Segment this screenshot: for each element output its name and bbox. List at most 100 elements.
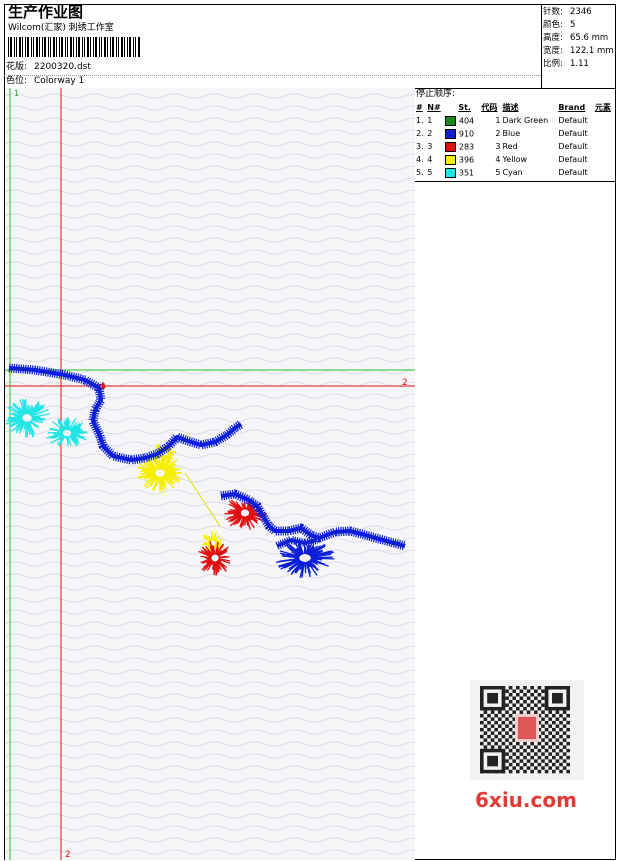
barcode-bar: [36, 37, 38, 57]
row-stitches: 910: [444, 127, 480, 140]
barcode-bar: [65, 37, 66, 57]
qr-module: [483, 731, 488, 735]
colors-value: 5: [570, 20, 576, 30]
qr-module: [505, 696, 509, 700]
row-description: Cyan: [502, 168, 523, 177]
qr-module: [544, 769, 549, 774]
qr-module: [534, 766, 538, 770]
color-swatch: [445, 154, 457, 165]
qr-module: [512, 703, 516, 707]
qr-module: [552, 748, 556, 753]
qr-module: [562, 724, 567, 728]
barcode-bar: [10, 37, 12, 57]
qr-module: [548, 759, 552, 763]
color-swatch: [445, 141, 457, 152]
qr-module: [555, 745, 560, 749]
qr-module: [530, 769, 534, 774]
qr-logo: [518, 717, 536, 739]
row-element: [594, 114, 615, 127]
qr-module: [530, 699, 534, 704]
barcode-bar: [135, 37, 136, 57]
qr-module: [490, 738, 495, 742]
qr-module: [530, 755, 534, 760]
barcode-bar: [133, 37, 134, 57]
qr-module: [490, 731, 495, 735]
row-num: 3.: [416, 142, 424, 151]
row-description: Blue: [502, 129, 521, 138]
qr-module: [530, 762, 534, 767]
qr-module: [534, 689, 538, 693]
qr-module: [519, 703, 524, 707]
stats-divider: [541, 4, 542, 88]
barcode-bar: [76, 37, 77, 57]
qr-module: [530, 686, 534, 690]
qr-module: [544, 713, 549, 718]
barcode: [8, 37, 140, 57]
qr-module: [512, 759, 516, 763]
qr-module: [519, 696, 524, 700]
barcode-bar: [112, 37, 114, 57]
row-element: [594, 153, 615, 166]
qr-module: [508, 769, 513, 774]
qr-module: [508, 713, 513, 718]
barcode-bar: [8, 37, 9, 57]
qr-module: [480, 727, 484, 732]
qr-module: [523, 699, 527, 704]
qr-module: [555, 724, 560, 728]
qr-module: [548, 745, 552, 749]
qr-module: [541, 766, 545, 770]
qr-module: [552, 762, 556, 767]
stitches-value: 2346: [570, 7, 592, 17]
qr-module: [505, 717, 509, 721]
qr-module: [498, 738, 502, 742]
colors-label: 颜色:: [543, 20, 563, 30]
qr-module: [534, 752, 538, 756]
row-code: 1: [495, 116, 501, 125]
qr-module: [548, 717, 552, 721]
qr-module: [501, 727, 506, 732]
row-description: Yellow: [502, 155, 528, 164]
qr-module: [555, 710, 560, 714]
qr-module: [541, 703, 545, 707]
barcode-bar: [110, 37, 111, 57]
green-guide-label: 1: [14, 89, 19, 98]
barcode-bar: [14, 37, 15, 57]
qr-finder: [552, 692, 563, 704]
qr-module: [487, 727, 491, 732]
qr-module: [566, 741, 570, 746]
qr-module: [516, 692, 520, 697]
qr-module: [552, 713, 556, 718]
qr-module: [508, 686, 513, 690]
qr-module: [498, 710, 502, 714]
row-stitch-count: 396: [458, 155, 475, 164]
qr-module: [494, 741, 498, 746]
col-header-n: N#: [427, 103, 441, 112]
qr-module: [541, 731, 545, 735]
qr-module: [555, 717, 560, 721]
qr-module: [516, 706, 520, 711]
qr-module: [508, 706, 513, 711]
color-swatch: [445, 167, 457, 178]
qr-module: [494, 727, 498, 732]
barcode-bar: [67, 37, 68, 57]
barcode-bar: [42, 37, 43, 57]
qr-module: [562, 738, 567, 742]
canvas-texture: [5, 88, 415, 860]
qr-module: [508, 699, 513, 704]
barcode-bar: [48, 37, 49, 57]
table-row: 2. 2 910 2 Blue Default: [415, 127, 615, 140]
row-stitch-count: 283: [458, 142, 475, 151]
row-num: 4.: [416, 155, 424, 164]
qr-module: [526, 766, 531, 770]
qr-module: [516, 769, 520, 774]
qr-module: [541, 738, 545, 742]
row-n: 4: [427, 155, 433, 164]
row-element: [594, 166, 615, 179]
qr-module: [505, 738, 509, 742]
qr-module: [487, 741, 491, 746]
qr-module: [552, 755, 556, 760]
qr-module: [505, 745, 509, 749]
qr-module: [537, 741, 542, 746]
qr-module: [523, 755, 527, 760]
qr-module: [548, 738, 552, 742]
